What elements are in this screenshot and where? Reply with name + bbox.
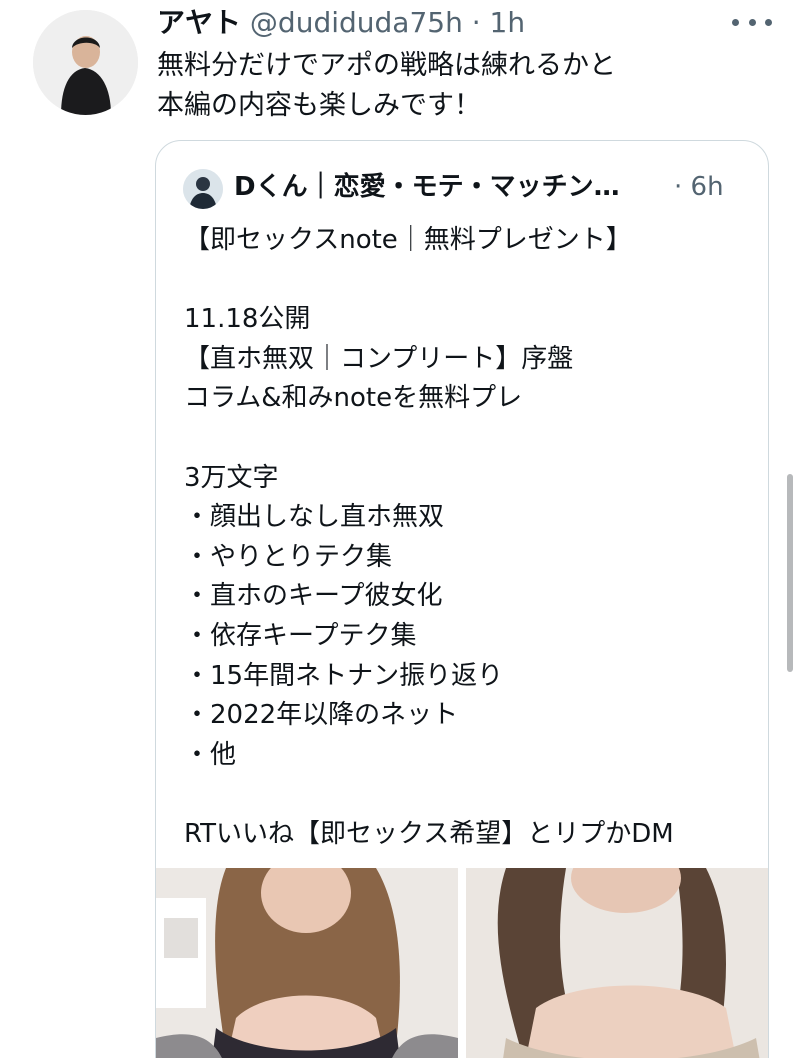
quoted-media-image-2[interactable] <box>466 868 768 1058</box>
author-handle-time[interactable]: @dudiduda75h · 1h <box>250 6 525 39</box>
quoted-tweet-text: 【即セックスnote｜無料プレゼント】 11.18公開 【直ホ無双｜コンプリート… <box>184 225 674 849</box>
quoted-tweet-time: · 6h <box>674 172 724 202</box>
tweet-page: アヤト @dudiduda75h · 1h 無料分だけでアポの戦略は練れるかと … <box>0 0 800 1058</box>
quoted-media-image-1[interactable] <box>156 868 458 1058</box>
tweet-text: 無料分だけでアポの戦略は練れるかと 本編の内容も楽しみです！ <box>157 50 616 121</box>
author-avatar[interactable] <box>33 10 138 115</box>
author-name[interactable]: アヤト <box>157 6 241 39</box>
more-options-icon[interactable] <box>732 12 772 32</box>
quoted-author-name: Dくん｜恋愛・モテ・マッチン… <box>234 172 620 202</box>
quoted-author-avatar <box>183 169 223 209</box>
scrollbar[interactable] <box>787 474 793 672</box>
tweet-header: アヤト @dudiduda75h · 1h <box>157 5 525 41</box>
quoted-tweet-card[interactable]: Dくん｜恋愛・モテ・マッチン… · 6h 【即セックスnote｜無料プレゼント】… <box>155 140 769 1058</box>
